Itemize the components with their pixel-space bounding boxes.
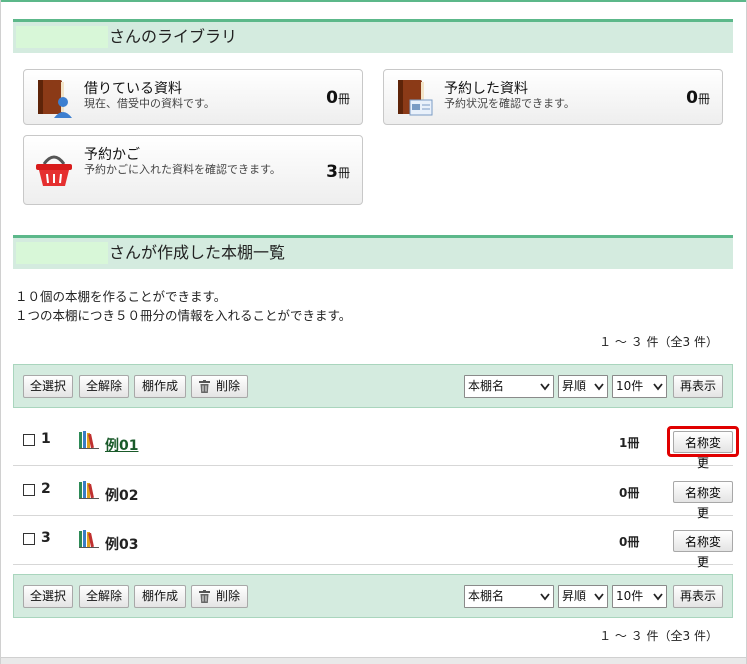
refresh-button[interactable]: 再表示 [673,585,723,608]
per-page-value: 10件 [616,589,644,603]
reserved-count: 0 [686,88,698,108]
result-range-bottom: １ ～ ３ 件（全3 件） [599,629,718,643]
shelf-row: 2 例02 0冊 名称変更 [13,467,733,520]
shelf-row: 1 例01 1冊 名称変更 [13,417,739,470]
sort-order-select[interactable]: 昇順 [558,585,608,608]
rename-button[interactable]: 名称変更 [673,481,733,520]
reserved-items-card[interactable]: 予約した資料 予約状況を確認できます。 0冊 [383,69,723,125]
shelf-row: 3 例03 0冊 名称変更 [13,516,733,569]
page-frame: さんのライブラリ 借りている資料 現在、借受中の資料です。 0冊 予約した資料 … [0,0,747,664]
reserved-desc: 予約状況を確認できます。 [444,97,575,110]
chevron-down-icon [653,593,663,601]
delete-button[interactable]: 削除 [191,375,248,398]
trash-icon [198,590,210,603]
delete-label: 削除 [215,589,240,603]
rename-button[interactable]: 名称変更 [673,431,733,470]
create-shelf-button[interactable]: 棚作成 [134,375,186,398]
basket-icon [36,155,72,186]
shelf-name[interactable]: 例02 [105,485,138,505]
reserved-title: 予約した資料 [444,81,528,97]
shelves-header: さんが作成した本棚一覧 [13,235,733,269]
chevron-down-icon [540,383,550,391]
basket-count: 3 [326,162,338,182]
sort-field-select[interactable]: 本棚名 [464,375,554,398]
deselect-all-button[interactable]: 全解除 [79,585,129,608]
sort-order-select[interactable]: 昇順 [558,375,608,398]
reserved-count-wrap: 0冊 [686,88,710,108]
shelf-number: 3 [41,530,51,546]
sort-field-value: 本棚名 [468,379,505,393]
deselect-all-button[interactable]: 全解除 [79,375,129,398]
per-page-select[interactable]: 10件 [612,375,667,398]
basket-unit: 冊 [337,166,350,180]
shelves-title: さんが作成した本棚一覧 [109,243,286,262]
shelf-checkbox[interactable] [23,484,35,496]
bookshelf-icon [79,431,99,449]
sort-field-select[interactable]: 本棚名 [464,585,554,608]
borrowed-title: 借りている資料 [84,81,182,97]
borrowed-count: 0 [326,88,338,108]
basket-title: 予約かご [84,147,140,163]
rename-button[interactable]: 名称変更 [673,530,733,569]
sort-order-value: 昇順 [562,379,587,393]
shelf-number: 1 [41,431,51,447]
delete-button[interactable]: 削除 [191,585,248,608]
shelf-name-link[interactable]: 例01 [105,435,138,455]
library-header: さんのライブラリ [13,19,733,53]
select-all-button[interactable]: 全選択 [23,585,73,608]
page-bottom-bar [1,657,746,664]
reserved-book-icon [398,80,433,116]
shelf-limit-info: １０個の本棚を作ることができます。 [15,289,227,304]
user-name-mask [16,26,108,48]
select-all-button[interactable]: 全選択 [23,375,73,398]
reservation-basket-card[interactable]: 予約かご 予約かごに入れた資料を確認できます。 3冊 [23,135,363,205]
sort-order-value: 昇順 [562,589,587,603]
chevron-down-icon [653,383,663,391]
basket-desc: 予約かごに入れた資料を確認できます。 [84,163,281,176]
shelf-number: 2 [41,481,51,497]
shelf-capacity-info: １つの本棚につき５０冊分の情報を入れることができます。 [15,308,352,323]
result-range-top: １ ～ ３ 件（全3 件） [599,335,718,349]
trash-icon [198,380,210,393]
reserved-unit: 冊 [697,92,710,106]
basket-count-wrap: 3冊 [326,162,350,182]
shelf-checkbox[interactable] [23,434,35,446]
user-name-mask [16,242,108,264]
refresh-button[interactable]: 再表示 [673,375,723,398]
per-page-select[interactable]: 10件 [612,585,667,608]
borrowed-count-wrap: 0冊 [326,88,350,108]
create-shelf-button[interactable]: 棚作成 [134,585,186,608]
borrowed-unit: 冊 [337,92,350,106]
bookshelf-icon [79,481,99,499]
shelf-item-count: 0冊 [619,486,640,500]
shelf-toolbar-bottom: 全選択 全解除 棚作成 削除 本棚名 昇順 10件 再表示 [13,574,733,618]
borrowed-desc: 現在、借受中の資料です。 [84,97,215,110]
shelf-checkbox[interactable] [23,533,35,545]
borrowed-book-icon [38,80,72,118]
chevron-down-icon [540,593,550,601]
chevron-down-icon [594,593,604,601]
borrowed-items-card[interactable]: 借りている資料 現在、借受中の資料です。 0冊 [23,69,363,125]
per-page-value: 10件 [616,379,644,393]
shelf-toolbar-top: 全選択 全解除 棚作成 削除 本棚名 昇順 10件 再表示 [13,364,733,408]
chevron-down-icon [594,383,604,391]
top-accent-line [1,0,746,2]
library-title: さんのライブラリ [109,27,238,46]
shelf-name[interactable]: 例03 [105,534,138,554]
delete-label: 削除 [215,379,240,393]
shelf-item-count: 1冊 [619,436,640,450]
sort-field-value: 本棚名 [468,589,505,603]
shelf-item-count: 0冊 [619,535,640,549]
bookshelf-icon [79,530,99,548]
